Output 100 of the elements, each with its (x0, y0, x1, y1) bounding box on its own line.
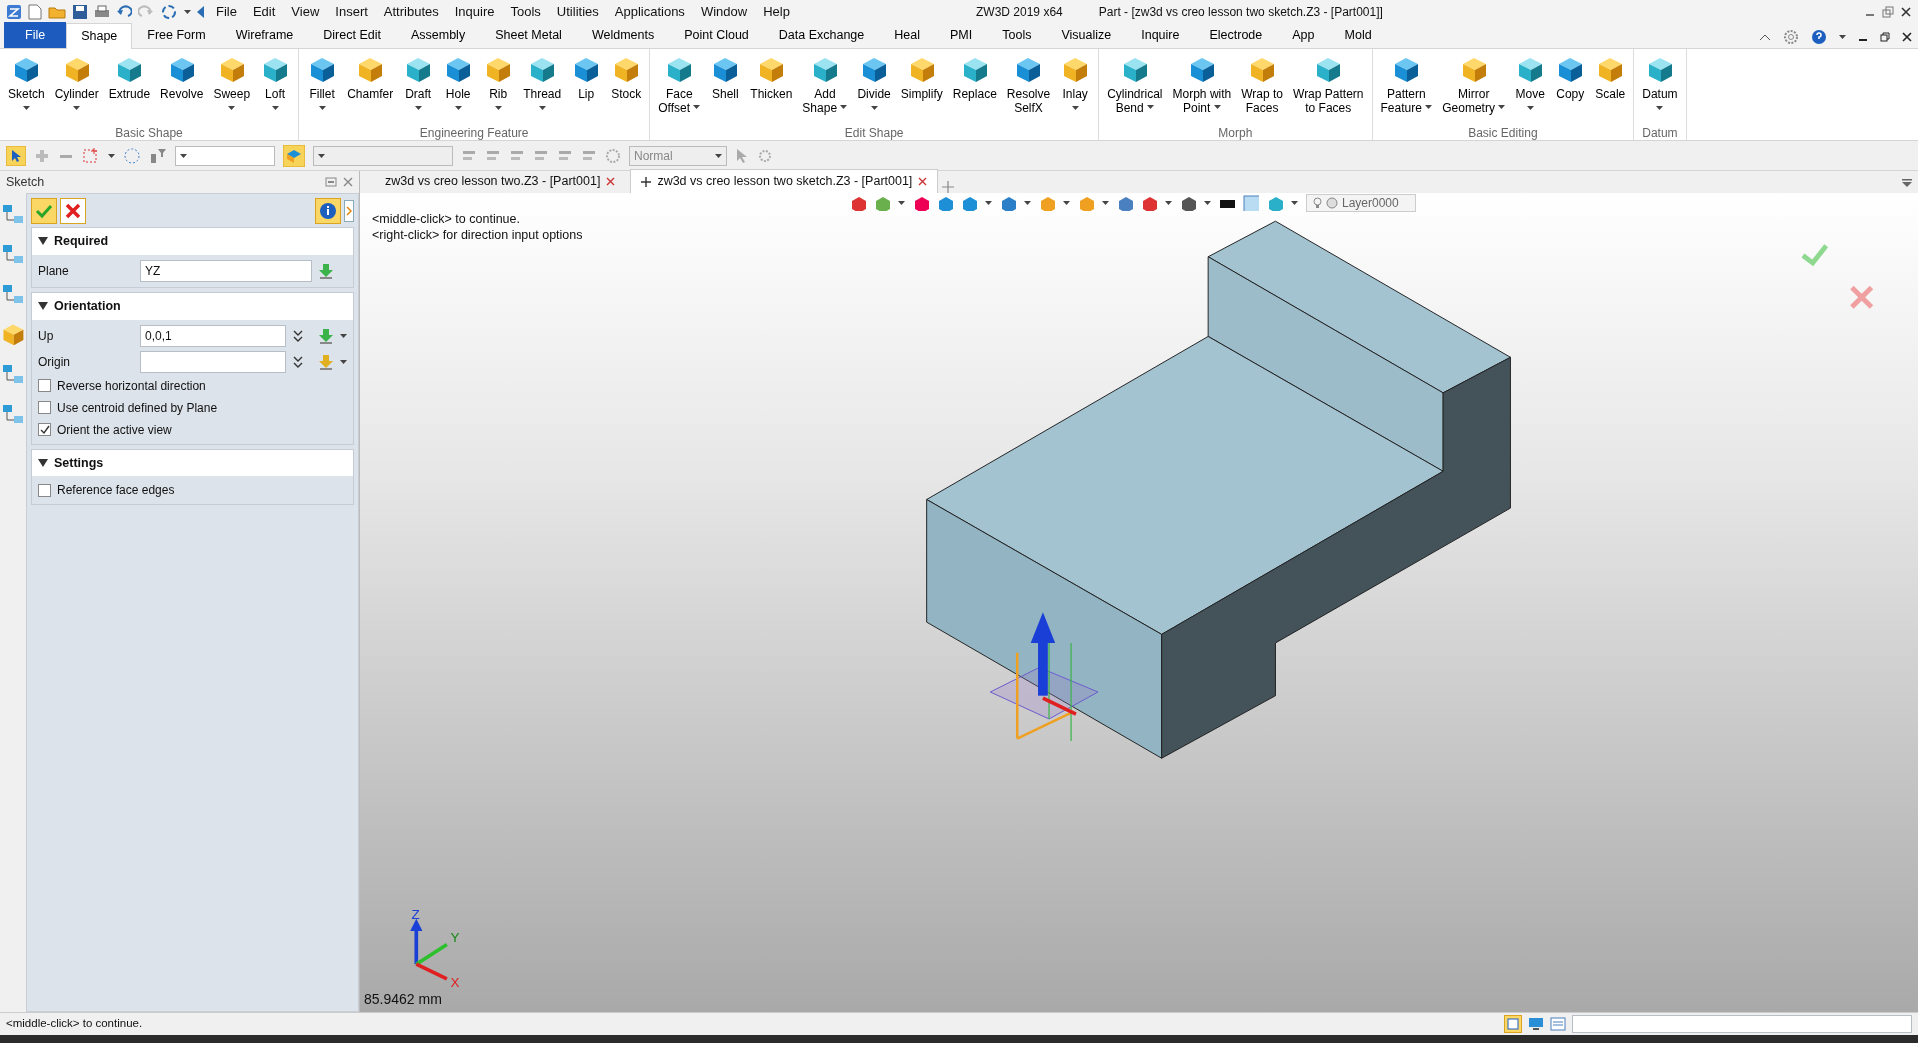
caret-icon[interactable] (870, 106, 878, 110)
ribbon-button[interactable]: Replace (948, 51, 1001, 124)
checkbox[interactable] (38, 401, 51, 414)
caret-icon[interactable] (228, 106, 236, 110)
menu-item[interactable]: Utilities (551, 2, 604, 22)
ribbon-tab[interactable]: Heal (879, 22, 935, 48)
caret-icon[interactable] (318, 153, 325, 158)
ribbon-button[interactable]: Thicken (746, 51, 797, 124)
ribbon-button[interactable]: Datum (1638, 51, 1682, 124)
ribbon-button[interactable]: Add Shape (798, 51, 852, 124)
caret-icon[interactable] (1498, 105, 1506, 110)
checkbox-label[interactable]: Use centroid defined by Plane (57, 398, 218, 417)
expand-panel-icon[interactable] (344, 200, 354, 222)
caret-icon[interactable] (318, 106, 326, 110)
tab-list-icon[interactable] (1902, 179, 1912, 187)
ribbon-tab[interactable]: Visualize (1046, 22, 1127, 48)
ribbon-button[interactable]: Rib (479, 51, 518, 124)
ribbon-tab[interactable]: App (1277, 22, 1330, 48)
menu-item[interactable]: Attributes (378, 2, 444, 22)
caret-icon[interactable] (693, 105, 701, 110)
caret-icon[interactable] (1024, 201, 1031, 205)
ribbon-button[interactable]: Lip (567, 51, 606, 124)
menu-item[interactable]: View (286, 2, 325, 22)
checkbox[interactable] (38, 483, 51, 497)
ribbon-tab[interactable]: Direct Edit (308, 22, 396, 48)
ribbon-button[interactable]: Shell (706, 51, 745, 124)
caret-icon[interactable] (840, 105, 848, 110)
ribbon-tab[interactable]: Point Cloud (669, 22, 764, 48)
dashed-square-icon[interactable] (82, 146, 100, 165)
ribbon-button[interactable]: Draft (399, 51, 438, 124)
menu-item[interactable]: Insert (330, 2, 373, 22)
pick-arrow-icon[interactable] (318, 353, 334, 370)
ribbon-button[interactable]: Loft (256, 51, 295, 124)
caret-icon[interactable] (538, 106, 546, 110)
ribbon-button[interactable]: Move (1511, 51, 1550, 124)
ribbon-button[interactable]: Thread (519, 51, 566, 124)
checkbox[interactable] (38, 379, 51, 392)
checkbox-label[interactable]: Reverse horizontal direction (57, 376, 206, 395)
gear-icon[interactable] (1783, 29, 1799, 45)
close-icon[interactable] (1902, 32, 1912, 42)
caret-icon[interactable] (1204, 201, 1211, 205)
ribbon-button[interactable]: Hole (439, 51, 478, 124)
ribbon-tab[interactable]: Tools (987, 22, 1047, 48)
triad-drawing[interactable] (989, 612, 1099, 742)
collapse-triangle-icon[interactable] (38, 236, 48, 247)
caret-icon[interactable] (1425, 105, 1433, 110)
menu-item[interactable]: Help (758, 2, 795, 22)
caret-icon[interactable] (1656, 106, 1664, 110)
caret-icon[interactable] (1526, 106, 1534, 110)
document-tab[interactable]: zw3d vs creo lesson two.Z3 - [Part001] (374, 169, 627, 193)
ribbon-tab[interactable]: PMI (935, 22, 988, 48)
ribbon-button[interactable]: Extrude (104, 51, 155, 124)
ribbon-tab[interactable]: Shape (66, 23, 133, 49)
new-file-icon[interactable] (28, 4, 42, 20)
ribbon-tab[interactable]: Mold (1329, 22, 1387, 48)
caret-icon[interactable] (1165, 201, 1172, 205)
menu-item[interactable]: Edit (247, 2, 281, 22)
ribbon-button[interactable]: Mirror Geometry (1438, 51, 1510, 124)
menu-item[interactable]: Inquire (449, 2, 500, 22)
caret-icon[interactable] (22, 106, 30, 110)
collapse-ribbon-icon[interactable] (1759, 33, 1771, 41)
ribbon-tab[interactable]: Inquire (1126, 22, 1195, 48)
ribbon-button[interactable]: Inlay (1056, 51, 1095, 124)
ribbon-tab[interactable]: Data Exchange (763, 22, 880, 48)
info-icon[interactable] (315, 198, 341, 224)
restore-icon[interactable] (1880, 32, 1890, 42)
caret-icon[interactable] (340, 333, 347, 338)
ribbon-tab[interactable]: Free Form (132, 22, 221, 48)
collapse-triangle-icon[interactable] (38, 301, 48, 312)
input-field[interactable] (140, 350, 286, 373)
double-chevron-icon[interactable] (292, 354, 304, 369)
ribbon-button[interactable]: Pattern Feature (1376, 51, 1437, 124)
menu-item[interactable]: File (211, 2, 242, 22)
caret-icon[interactable] (180, 153, 187, 158)
checkbox-label[interactable]: Reference face edges (57, 481, 175, 500)
ribbon-button[interactable]: Divide (853, 51, 895, 124)
menu-item[interactable]: Tools (505, 2, 546, 22)
caret-icon[interactable] (108, 153, 115, 158)
ribbon-button[interactable]: Face Offset (654, 51, 705, 124)
collapse-triangle-icon[interactable] (38, 457, 48, 468)
print-icon[interactable] (94, 4, 110, 20)
ribbon-button[interactable]: Copy (1551, 51, 1590, 124)
ribbon-button[interactable]: Scale (1591, 51, 1630, 124)
caret-icon[interactable] (1063, 201, 1070, 205)
section-title[interactable]: Orientation (54, 296, 121, 316)
menu-item[interactable]: Window (695, 2, 753, 22)
caret-icon[interactable] (1102, 201, 1109, 205)
ribbon-tab[interactable]: File (4, 22, 67, 48)
caret-icon[interactable] (985, 201, 992, 205)
layer-dropdown[interactable]: Layer0000 (1306, 194, 1416, 212)
ribbon-button[interactable]: Resolve SelfX (1002, 51, 1055, 124)
help-icon[interactable] (1811, 29, 1827, 45)
ribbon-button[interactable]: Revolve (156, 51, 208, 124)
caret-icon[interactable] (1839, 35, 1846, 39)
document-tab[interactable]: zw3d vs creo lesson two sketch.Z3 - [Part001] (630, 169, 939, 193)
caret-icon[interactable] (454, 106, 462, 110)
caret-icon[interactable] (1213, 105, 1221, 110)
ribbon-button[interactable]: Simplify (896, 51, 947, 124)
open-folder-icon[interactable] (48, 5, 66, 19)
cancel-x-icon[interactable] (60, 198, 86, 224)
